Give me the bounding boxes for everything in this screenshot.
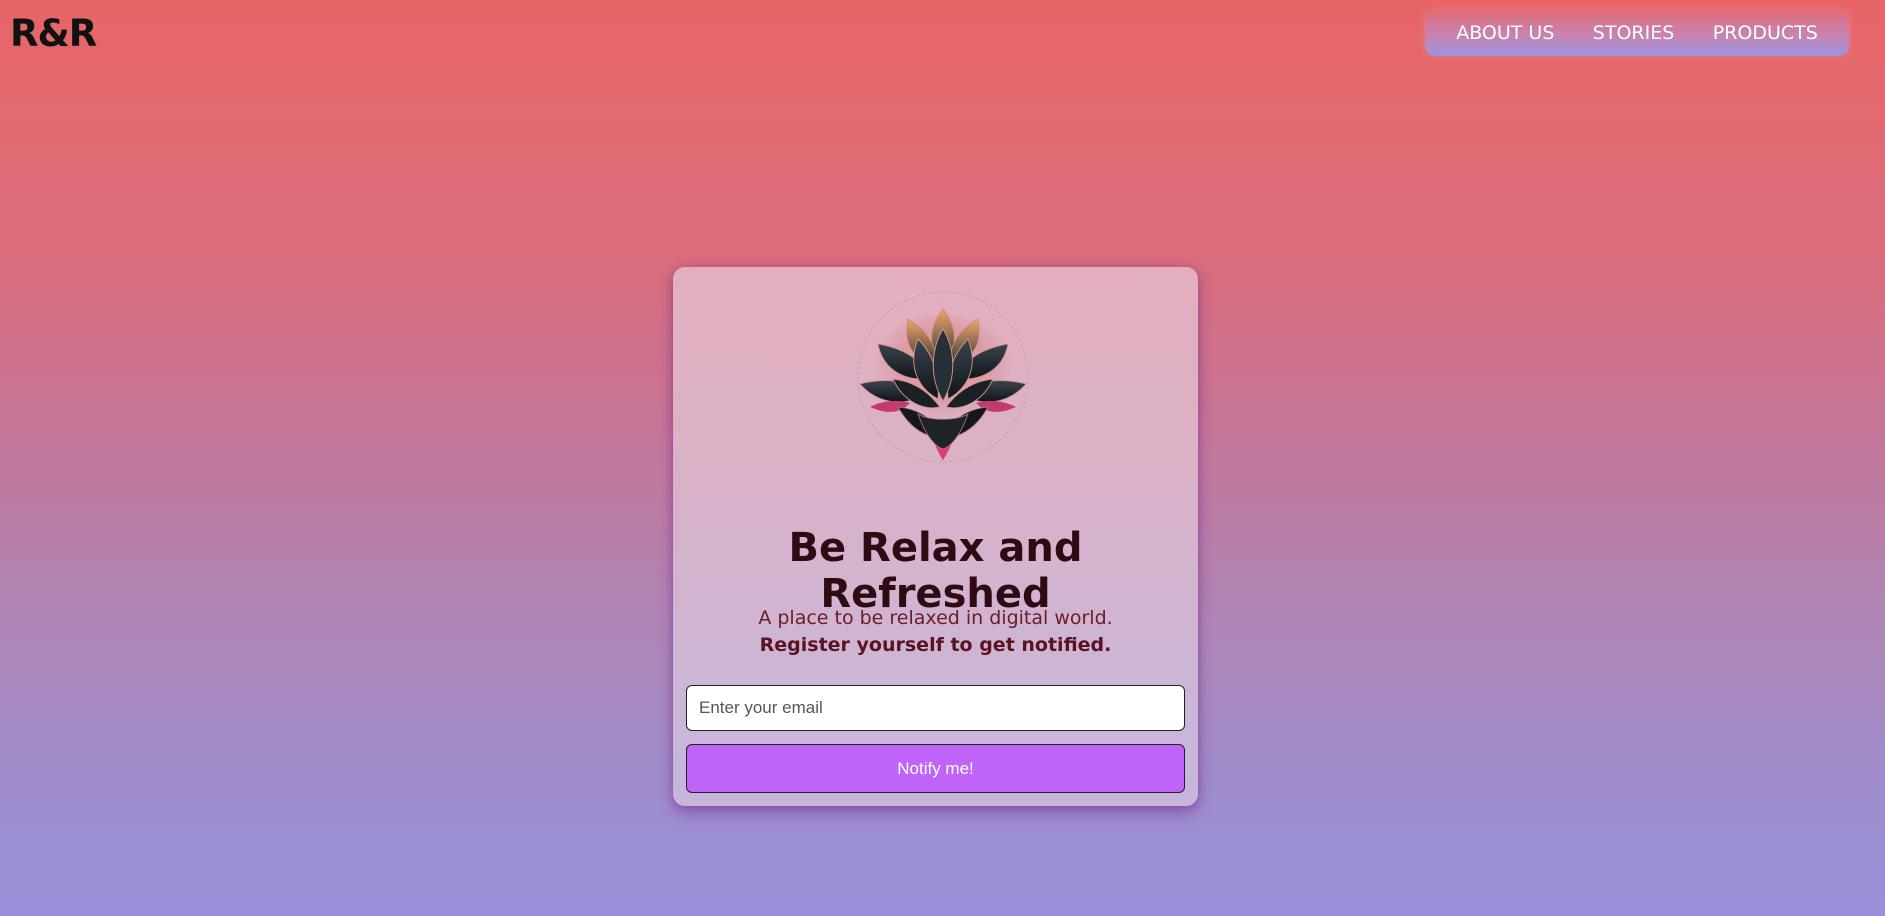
site-logo[interactable]: R&R — [10, 12, 97, 55]
nav-item-about-us[interactable]: ABOUT US — [1446, 18, 1564, 48]
nav-item-stories[interactable]: STORIES — [1583, 18, 1685, 48]
notify-button[interactable]: Notify me! — [686, 744, 1185, 793]
top-navigation: ABOUT US STORIES PRODUCTS — [1425, 10, 1849, 56]
page-title: Be Relax and Refreshed — [788, 525, 1083, 617]
lotus-illustration — [857, 291, 1029, 463]
description-text: A place to be relaxed in digital world. … — [713, 605, 1158, 659]
nav-item-products[interactable]: PRODUCTS — [1703, 18, 1828, 48]
email-input[interactable] — [686, 685, 1185, 731]
signup-card: Be Relax and Refreshed A place to be rel… — [673, 267, 1198, 806]
description-plain: A place to be relaxed in digital world. — [758, 607, 1113, 629]
description-bold: Register yourself to get notified. — [759, 634, 1112, 656]
